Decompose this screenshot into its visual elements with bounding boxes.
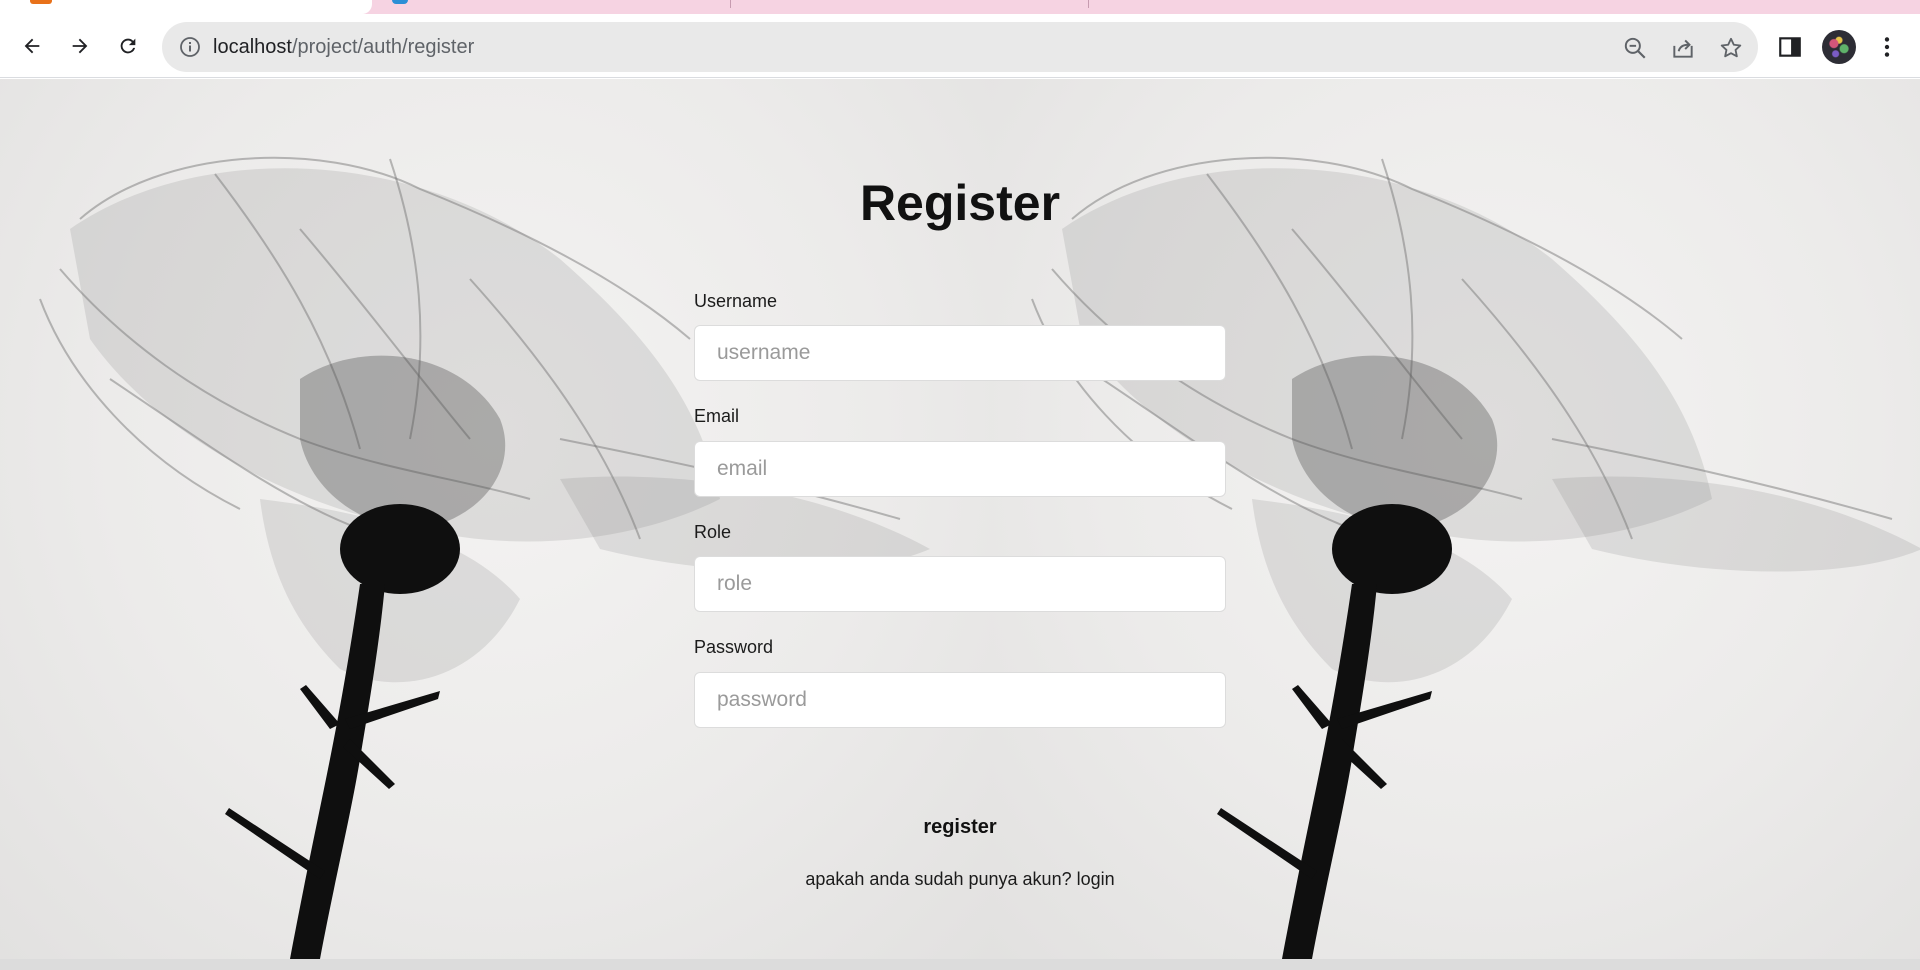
login-prompt-text: apakah anda sudah punya akun?	[805, 869, 1072, 889]
more-vertical-icon	[1884, 37, 1890, 57]
star-icon	[1720, 37, 1742, 58]
password-input[interactable]	[694, 672, 1226, 728]
share-button[interactable]	[1670, 35, 1696, 61]
tab-strip	[0, 0, 1920, 14]
menu-button[interactable]	[1874, 34, 1900, 60]
address-bar[interactable]: localhost/project/auth/register	[162, 22, 1758, 72]
bookmark-button[interactable]	[1718, 35, 1744, 61]
browser-toolbar: localhost/project/auth/register	[0, 14, 1920, 78]
login-prompt: apakah anda sudah punya akun? login	[694, 868, 1226, 890]
tab-separator	[730, 0, 731, 8]
side-panel-button[interactable]	[1777, 34, 1803, 60]
role-input[interactable]	[694, 556, 1226, 612]
arrow-left-icon	[24, 38, 40, 54]
email-label: Email	[694, 406, 740, 426]
password-label: Password	[694, 637, 774, 657]
role-label: Role	[694, 522, 732, 542]
profile-avatar[interactable]	[1822, 30, 1856, 64]
register-button[interactable]: register	[694, 809, 1226, 845]
reload-icon	[120, 38, 136, 54]
username-input[interactable]	[694, 325, 1226, 381]
tab-favicon-icon	[30, 0, 52, 4]
reload-button[interactable]	[110, 28, 146, 64]
zoom-out-icon	[1624, 37, 1646, 59]
back-button[interactable]	[14, 28, 50, 64]
share-icon	[1673, 39, 1693, 58]
tab-separator	[1088, 0, 1089, 8]
active-tab[interactable]	[0, 0, 372, 14]
email-input[interactable]	[694, 441, 1226, 497]
zoom-button[interactable]	[1622, 35, 1648, 61]
tab-favicon-icon	[392, 0, 408, 4]
forward-button[interactable]	[62, 28, 98, 64]
info-icon[interactable]	[178, 35, 202, 59]
url-path: /project/auth/register	[291, 36, 475, 58]
username-label: Username	[694, 291, 778, 311]
side-panel-icon	[1779, 37, 1801, 57]
page-bottom-strip	[0, 959, 1920, 970]
arrow-right-icon	[72, 38, 88, 54]
page-title: Register	[859, 175, 1061, 231]
page-viewport: Register Username Email Role Password re…	[0, 79, 1920, 970]
url-text[interactable]: localhost/project/auth/register	[213, 35, 474, 59]
url-host: localhost	[213, 36, 292, 58]
login-link[interactable]: login	[1077, 869, 1115, 889]
